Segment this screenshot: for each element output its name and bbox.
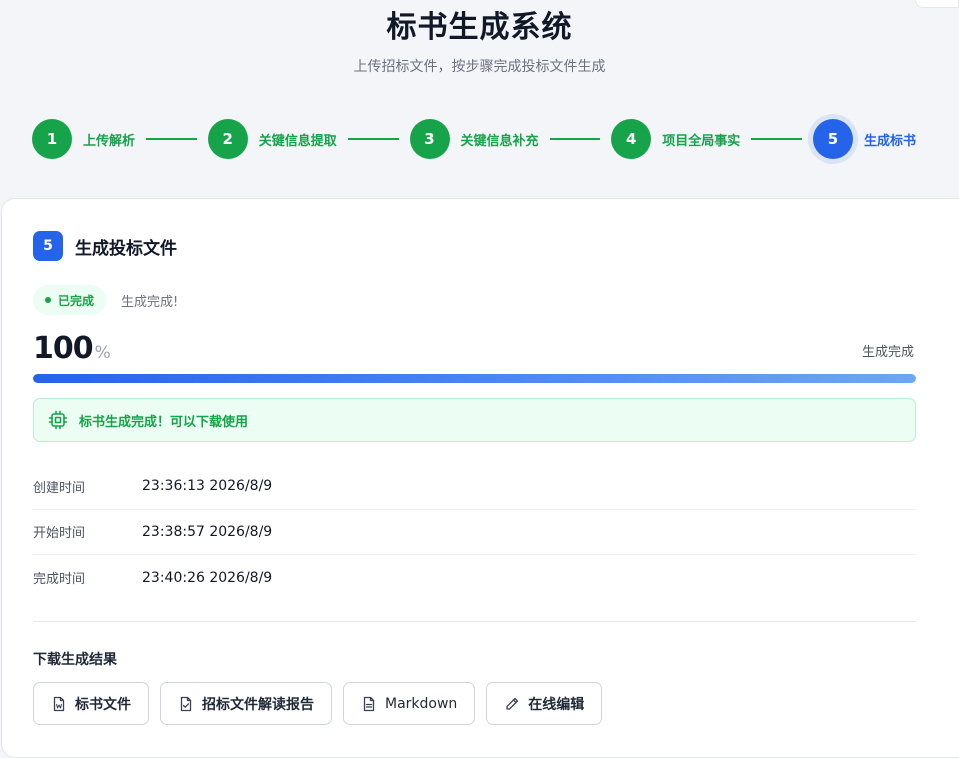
status-message: 生成完成! bbox=[121, 294, 179, 310]
step-connector bbox=[751, 138, 802, 140]
info-label: 开始时间 bbox=[33, 526, 86, 542]
time-info-list: 创建时间 23:36:13 2026/8/9 开始时间 23:38:57 202… bbox=[33, 464, 916, 601]
download-section-title: 下载生成结果 bbox=[33, 652, 117, 668]
progress-note: 生成完成 bbox=[861, 345, 914, 360]
download-report-button[interactable]: 招标文件解读报告 bbox=[160, 682, 332, 725]
page-subtitle: 上传招标文件，按步骤完成投标文件生成 bbox=[353, 59, 606, 75]
online-edit-label: 在线编辑 bbox=[528, 696, 585, 713]
step-2[interactable]: 2 关键信息提取 bbox=[207, 119, 337, 159]
download-report-label: 招标文件解读报告 bbox=[202, 696, 314, 713]
progress-bar-fill bbox=[33, 374, 916, 383]
step-4[interactable]: 4 项目全局事实 bbox=[611, 119, 740, 159]
download-markdown-button[interactable]: Markdown bbox=[343, 682, 476, 725]
document-icon bbox=[361, 696, 377, 712]
page-title: 标书生成系统 bbox=[386, 10, 573, 45]
download-markdown-label: Markdown bbox=[385, 695, 458, 712]
status-dot-icon bbox=[45, 297, 51, 303]
step-4-circle: 4 bbox=[611, 119, 652, 159]
download-buttons: 标书文件 招标文件解读报告 Markdown 在线编辑 bbox=[33, 682, 613, 725]
download-bid-file-label: 标书文件 bbox=[75, 696, 131, 713]
word-file-icon bbox=[51, 696, 67, 712]
progress-percent-value: 100 bbox=[33, 331, 94, 366]
step-5-label: 生成标书 bbox=[864, 133, 917, 149]
step-3-label: 关键信息补充 bbox=[460, 133, 539, 149]
status-badge: 已完成 bbox=[33, 285, 107, 315]
step-number-badge: 5 bbox=[33, 231, 63, 261]
download-bid-file-button[interactable]: 标书文件 bbox=[33, 682, 149, 725]
pencil-icon bbox=[504, 696, 520, 712]
step-3-circle: 3 bbox=[409, 119, 450, 159]
status-badge-label: 已完成 bbox=[58, 293, 95, 308]
progress-bar bbox=[33, 374, 916, 383]
step-1[interactable]: 1 上传解析 bbox=[32, 119, 135, 159]
step-2-label: 关键信息提取 bbox=[258, 133, 337, 149]
step-5-circle: 5 bbox=[813, 119, 853, 159]
step-1-label: 上传解析 bbox=[83, 133, 136, 149]
online-edit-button[interactable]: 在线编辑 bbox=[486, 682, 603, 725]
step-5[interactable]: 5 生成标书 bbox=[813, 119, 916, 159]
generation-card: 5 生成投标文件 已完成 生成完成! 100% 生成完成 标书生成完成！可以下载… bbox=[1, 198, 959, 758]
progress-percent: 100% bbox=[33, 331, 111, 366]
divider bbox=[33, 621, 916, 622]
info-row-completed: 完成时间 23:40:26 2026/8/9 bbox=[33, 555, 916, 601]
step-2-circle: 2 bbox=[207, 119, 248, 159]
file-check-icon bbox=[178, 696, 194, 712]
step-connector bbox=[347, 138, 399, 140]
status-row: 已完成 生成完成! bbox=[33, 285, 178, 315]
info-label: 创建时间 bbox=[33, 480, 86, 496]
card-title: 生成投标文件 bbox=[75, 238, 177, 259]
step-3[interactable]: 3 关键信息补充 bbox=[409, 119, 539, 159]
info-label: 完成时间 bbox=[33, 572, 86, 588]
success-alert-text: 标书生成完成！可以下载使用 bbox=[79, 414, 249, 430]
info-value: 23:36:13 2026/8/9 bbox=[142, 478, 273, 495]
step-connector bbox=[549, 138, 601, 140]
step-4-label: 项目全局事实 bbox=[662, 133, 741, 149]
stepper: 1 上传解析 2 关键信息提取 3 关键信息补充 4 项目全局事实 5 生成标书 bbox=[32, 118, 916, 160]
info-value: 23:38:57 2026/8/9 bbox=[142, 523, 273, 540]
info-value: 23:40:26 2026/8/9 bbox=[142, 569, 273, 586]
step-connector bbox=[146, 138, 197, 140]
success-alert: 标书生成完成！可以下载使用 bbox=[33, 398, 916, 442]
step-1-circle: 1 bbox=[32, 119, 72, 159]
chip-icon bbox=[48, 409, 70, 431]
info-row-started: 开始时间 23:38:57 2026/8/9 bbox=[33, 510, 916, 555]
percent-sign: % bbox=[94, 343, 111, 363]
info-row-created: 创建时间 23:36:13 2026/8/9 bbox=[33, 464, 916, 510]
card-header: 5 生成投标文件 bbox=[33, 231, 177, 261]
